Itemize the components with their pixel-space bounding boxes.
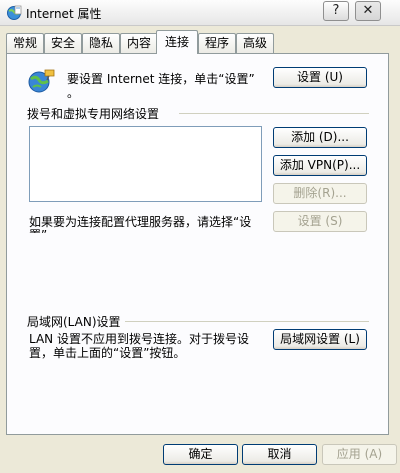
add-vpn-button[interactable]: 添加 VPN(P)... (273, 155, 367, 176)
proxy-instruction: 如果要为连接配置代理服务器，请选择“设 (29, 215, 252, 229)
lan-info-line2: 置，单击上面的“设置”按钮。 (29, 346, 186, 360)
setup-button[interactable]: 设置 (U) (273, 67, 367, 88)
tab-connections[interactable]: 连接 (156, 30, 198, 54)
connections-panel: 要设置 Internet 连接，单击“设置” 。 设置 (U) 拨号和虚拟专用网… (6, 53, 389, 435)
connection-wizard-icon (27, 68, 55, 94)
ok-button[interactable]: 确定 (163, 444, 238, 465)
tab-advanced[interactable]: 高级 (236, 33, 274, 53)
lan-heading: 局域网(LAN)设置 (27, 315, 121, 329)
lan-settings-button[interactable]: 局域网设置 (L) (273, 329, 367, 350)
cancel-button[interactable]: 取消 (242, 444, 317, 465)
setup-instruction: 要设置 Internet 连接，单击“设置” (67, 72, 255, 86)
proxy-settings-button[interactable]: 设置 (S) (273, 211, 367, 232)
tab-general[interactable]: 常规 (6, 33, 44, 53)
setup-instruction-end: 。 (67, 86, 80, 100)
dialup-divider (179, 113, 369, 114)
help-button[interactable]: ? (323, 1, 349, 21)
apply-button[interactable]: 应用 (A) (322, 444, 397, 465)
tab-programs[interactable]: 程序 (198, 33, 236, 53)
dialup-heading: 拨号和虚拟专用网络设置 (27, 107, 160, 121)
add-button[interactable]: 添加 (D)... (273, 127, 367, 148)
window-title: Internet 属性 (26, 7, 102, 21)
proxy-instruction-cont: 置”。 (29, 226, 59, 233)
lan-divider (125, 321, 369, 322)
tab-content[interactable]: 内容 (120, 33, 158, 53)
close-button[interactable]: ✕ (355, 1, 381, 21)
connections-listbox[interactable] (29, 126, 262, 202)
remove-button[interactable]: 删除(R)... (273, 183, 367, 204)
title-bar: Internet 属性 ? ✕ (0, 0, 400, 26)
tab-security[interactable]: 安全 (44, 33, 82, 53)
internet-globe-icon (6, 5, 22, 21)
tab-privacy[interactable]: 隐私 (82, 33, 120, 53)
